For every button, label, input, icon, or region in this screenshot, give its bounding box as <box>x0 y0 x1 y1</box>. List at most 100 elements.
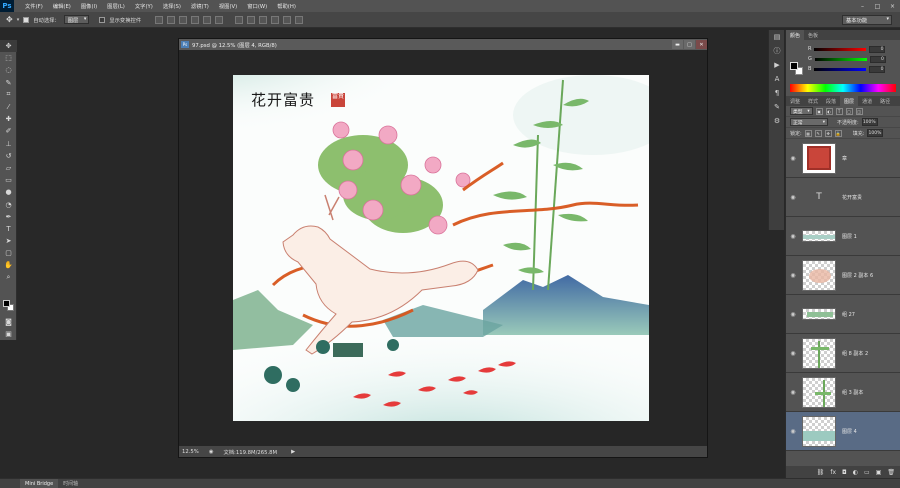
tab-paragraph[interactable]: 段落 <box>822 96 840 106</box>
tab-styles[interactable]: 样式 <box>804 96 822 106</box>
zoom-level[interactable]: 12.5% <box>182 449 199 455</box>
align-vcenter-icon[interactable] <box>167 15 176 24</box>
tab-layers[interactable]: 图层 <box>840 96 859 106</box>
move-tool-icon[interactable]: ✥ <box>6 15 13 24</box>
lasso-tool-icon[interactable]: ◌ <box>0 64 17 76</box>
paragraph-panel-icon[interactable]: ¶ <box>769 86 785 100</box>
tool-presets-panel-icon[interactable]: ⚙ <box>769 114 785 128</box>
align-right-icon[interactable] <box>215 15 224 24</box>
color-panel-fg-swatch[interactable] <box>790 62 798 70</box>
menu-image[interactable]: 图像(I) <box>76 2 102 10</box>
path-select-tool-icon[interactable]: ➤ <box>0 235 17 247</box>
color-spectrum-bar[interactable] <box>790 84 896 92</box>
statusbar-icon[interactable]: ◉ <box>209 449 214 455</box>
delete-layer-icon[interactable]: 🗑 <box>887 469 895 476</box>
link-layers-icon[interactable]: ⛓ <box>817 469 825 476</box>
close-button[interactable]: × <box>885 0 900 12</box>
distribute-left-icon[interactable] <box>271 15 280 24</box>
foreground-color-swatch[interactable] <box>3 300 10 307</box>
blue-value[interactable]: 0 <box>869 65 886 73</box>
layer-style-icon[interactable]: fx <box>830 469 836 476</box>
filter-pixel-icon[interactable]: ▣ <box>815 107 823 115</box>
filter-type-icon[interactable]: T <box>835 107 843 115</box>
blend-mode-dropdown[interactable]: 正常 <box>790 118 828 126</box>
distribute-top-icon[interactable] <box>235 15 244 24</box>
character-panel-icon[interactable]: A <box>769 72 785 86</box>
layer-row-selected[interactable]: ◉ 图层 4 <box>786 412 900 451</box>
filter-smart-icon[interactable]: ◫ <box>855 107 863 115</box>
menu-window[interactable]: 窗口(W) <box>242 2 272 10</box>
filter-shape-icon[interactable]: ▢ <box>845 107 853 115</box>
layer-row[interactable]: ◉ T 花开富贵 <box>786 178 900 217</box>
menu-layer[interactable]: 图层(L) <box>102 2 130 10</box>
menu-file[interactable]: 文件(F) <box>20 2 48 10</box>
new-group-icon[interactable]: ▭ <box>864 469 870 476</box>
blue-slider[interactable] <box>814 67 867 71</box>
blur-tool-icon[interactable]: ● <box>0 186 17 198</box>
tab-swatches[interactable]: 色板 <box>804 30 822 40</box>
align-left-icon[interactable] <box>191 15 200 24</box>
fill-field[interactable]: 100% <box>867 129 884 137</box>
red-value[interactable]: 0 <box>869 45 886 53</box>
layer-filter-dropdown[interactable]: 类型 <box>790 107 813 115</box>
visibility-eye-icon[interactable]: ◉ <box>786 389 800 396</box>
filter-adjust-icon[interactable]: ◐ <box>825 107 833 115</box>
visibility-eye-icon[interactable]: ◉ <box>786 233 800 240</box>
screen-mode-icon[interactable]: ▣ <box>0 328 17 340</box>
document-canvas[interactable]: 花开富贵 富貴 <box>233 75 649 421</box>
dodge-tool-icon[interactable]: ◔ <box>0 198 17 210</box>
visibility-eye-icon[interactable]: ◉ <box>786 311 800 318</box>
auto-select-dropdown[interactable]: 图层 <box>63 15 90 24</box>
layer-row[interactable]: ◉ 章 <box>786 139 900 178</box>
layer-name[interactable]: 图层 1 <box>842 233 857 240</box>
visibility-eye-icon[interactable]: ◉ <box>786 428 800 435</box>
zoom-tool-icon[interactable]: ⌕ <box>0 272 17 284</box>
layer-row[interactable]: ◉ 组 8 副本 2 <box>786 334 900 373</box>
visibility-eye-icon[interactable]: ◉ <box>786 272 800 279</box>
add-mask-icon[interactable]: ◘ <box>842 469 847 476</box>
tab-channels[interactable]: 通道 <box>858 96 876 106</box>
menu-type[interactable]: 文字(Y) <box>130 2 158 10</box>
actions-panel-icon[interactable]: ▶ <box>769 58 785 72</box>
marquee-tool-icon[interactable]: ⬚ <box>0 52 17 64</box>
layer-name[interactable]: 组 27 <box>842 311 855 318</box>
tab-adjustments[interactable]: 调整 <box>786 96 804 106</box>
move-tool-icon[interactable]: ✥ <box>0 40 17 53</box>
brush-panel-icon[interactable]: ✎ <box>769 100 785 114</box>
align-top-icon[interactable] <box>155 15 164 24</box>
align-bottom-icon[interactable] <box>179 15 188 24</box>
layer-name[interactable]: 图层 2 副本 6 <box>842 272 873 279</box>
lock-pixels-icon[interactable]: ✎ <box>814 129 822 137</box>
shape-tool-icon[interactable]: ▢ <box>0 247 17 259</box>
green-slider[interactable] <box>814 57 867 61</box>
align-hcenter-icon[interactable] <box>203 15 212 24</box>
gradient-tool-icon[interactable]: ▭ <box>0 174 17 186</box>
menu-edit[interactable]: 编辑(E) <box>48 2 76 10</box>
layer-row[interactable]: ◉ 图层 1 <box>786 217 900 256</box>
show-transform-checkbox[interactable] <box>99 16 106 23</box>
menu-select[interactable]: 选择(S) <box>158 2 186 10</box>
workspace-dropdown[interactable]: 基本功能 <box>842 15 892 25</box>
doc-minimize-button[interactable]: ▬ <box>672 40 683 49</box>
quick-mask-icon[interactable]: ◙ <box>0 316 17 328</box>
quick-select-tool-icon[interactable]: ✎ <box>0 77 17 89</box>
tab-mini-bridge[interactable]: Mini Bridge <box>20 479 59 488</box>
menu-help[interactable]: 帮助(H) <box>272 2 301 10</box>
maximize-button[interactable]: □ <box>870 0 885 12</box>
brush-tool-icon[interactable]: ✐ <box>0 125 17 137</box>
green-value[interactable]: 0 <box>869 55 886 63</box>
distribute-vcenter-icon[interactable] <box>247 15 256 24</box>
distribute-bottom-icon[interactable] <box>259 15 268 24</box>
stamp-tool-icon[interactable]: ⊥ <box>0 138 17 150</box>
menu-view[interactable]: 视图(V) <box>214 2 242 10</box>
tab-timeline[interactable]: 时间轴 <box>58 479 83 488</box>
properties-panel-icon[interactable]: ⓘ <box>769 44 785 58</box>
lock-position-icon[interactable]: ✥ <box>824 129 832 137</box>
layer-name[interactable]: 花开富贵 <box>842 194 862 201</box>
visibility-eye-icon[interactable]: ◉ <box>786 155 800 162</box>
layer-name[interactable]: 章 <box>842 155 847 162</box>
tool-preset-dropdown[interactable]: ▾ <box>17 17 20 23</box>
lock-transparent-icon[interactable]: ▦ <box>804 129 812 137</box>
history-brush-tool-icon[interactable]: ↺ <box>0 150 17 162</box>
lock-all-icon[interactable]: 🔒 <box>834 129 842 137</box>
